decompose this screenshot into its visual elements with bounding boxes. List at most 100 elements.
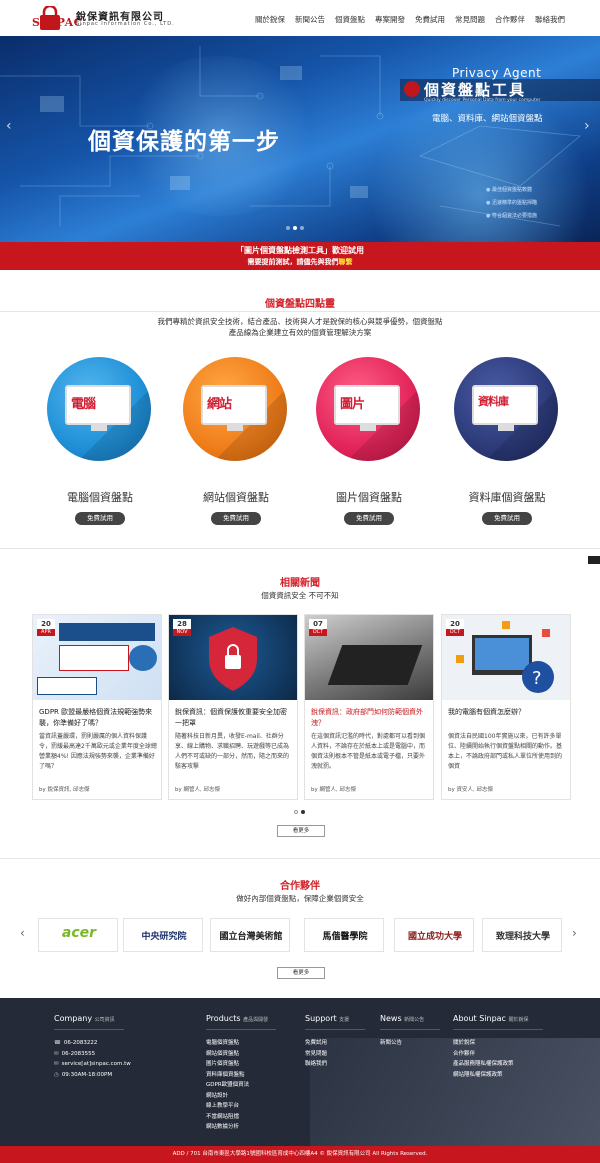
partner-logo-ntmofa[interactable]: 國立台灣美術館 [210, 918, 290, 952]
product-database-icon[interactable]: 資料庫 [454, 357, 558, 461]
product-card-database: 資料庫 資料庫個資盤點 免費試用 [442, 357, 572, 577]
nav-item-contact[interactable]: 聯絡我們 [530, 14, 570, 25]
hero-pagination [286, 226, 304, 230]
hero-dot[interactable] [300, 226, 304, 230]
footer-link[interactable]: 網站隱私權保護政策 [453, 1070, 543, 1081]
nav-item-faq[interactable]: 常見問題 [450, 14, 490, 25]
product-pc-icon[interactable]: 電腦 [47, 357, 151, 461]
hero-dot-active[interactable] [293, 226, 297, 230]
nav-item-projects[interactable]: 專案開發 [370, 14, 410, 25]
partner-logo-mackay[interactable]: 馬偕醫學院 [304, 918, 384, 952]
hero-next-arrow-icon[interactable]: › [584, 118, 590, 134]
footer-link[interactable]: GDPR歐盟個資法 [206, 1080, 276, 1091]
promo-headline: 「圖片個資盤點檢測工具」歡迎試用 [236, 246, 364, 255]
news-date: 28 NOV [173, 619, 191, 636]
partner-logo-ncku[interactable]: 國立成功大學 [394, 918, 474, 952]
news-author: by 銳保資訊, 邱志傑 [39, 787, 90, 793]
mail-icon: ✉ [54, 1061, 59, 1067]
news-more-button[interactable]: 看更多 [277, 825, 325, 837]
hero-en-title: Privacy Agent [452, 66, 542, 80]
footer-heading: News [380, 1014, 402, 1023]
news-excerpt: 個資法自民國100年實施以來，已有許多單位、陸續開始執行個資盤點相關的動作。基本… [448, 733, 563, 770]
news-author: by 網管人, 邱志傑 [175, 787, 220, 793]
hero-dot[interactable] [286, 226, 290, 230]
free-trial-button[interactable]: 免費試用 [75, 512, 125, 525]
footer-heading: Support [305, 1014, 337, 1023]
nav-item-trial[interactable]: 免費試用 [410, 14, 450, 25]
promo-text: 需要提前測試，請儘先與我們 [247, 258, 339, 266]
footer-link[interactable]: 新聞公告 [380, 1038, 440, 1049]
product-name[interactable]: 資料庫個資盤點 [442, 489, 572, 505]
news-title[interactable]: 銳保資訊：政府部門如何防範個資外洩？ [311, 707, 429, 729]
nav-item-about[interactable]: 關於銳保 [250, 14, 290, 25]
footer-link[interactable]: 圖片個資盤點 [206, 1059, 276, 1070]
partners-more-button[interactable]: 看更多 [277, 967, 325, 979]
fax-icon: ✉ [54, 1050, 59, 1057]
footer-subheading: 公司資訊 [94, 1017, 115, 1023]
footer-link[interactable]: 網站數據分析 [206, 1122, 276, 1133]
footer-link[interactable]: 關於銳保 [453, 1038, 543, 1049]
footer-subheading: 產品與開發 [243, 1017, 269, 1023]
partners-title: 合作夥伴 [280, 881, 320, 892]
footer-email[interactable]: service[at]sinpac.com.tw [62, 1061, 131, 1067]
footer-link[interactable]: 合作夥伴 [453, 1049, 543, 1060]
features-desc-2: 產品線為企業建立有效的個資管理解決方案 [228, 328, 372, 337]
free-trial-button[interactable]: 免費試用 [482, 512, 532, 525]
footer-link[interactable]: 產品服務隱私權保護政策 [453, 1059, 543, 1070]
news-excerpt: 隨著科技日新月異，收發E-mail、社群分享、線上購物、求職招聘、玩遊戲等已成為… [175, 733, 290, 770]
partner-logo-acer[interactable]: acer [38, 918, 118, 952]
news-date: 20 OCT [446, 619, 464, 636]
news-date: 07 OCT [309, 619, 327, 636]
nav-item-partners[interactable]: 合作夥伴 [490, 14, 530, 25]
news-card[interactable]: 28 NOV 銳保資訊：個資保護攸重要安全加密一把罩 隨著科技日新月異，收發E-m… [168, 614, 298, 800]
news-title[interactable]: 銳保資訊：個資保護攸重要安全加密一把罩 [175, 707, 293, 729]
divider [0, 548, 600, 549]
product-image-icon[interactable]: 圖片 [316, 357, 420, 461]
partner-logo-sinica[interactable]: 中央研究院 [123, 918, 203, 952]
features-desc-1: 我們專精於資訊安全技術，結合產品、技術與人才是銳保的核心與競爭優勢，個資盤點 [157, 317, 443, 326]
news-pagination [294, 810, 305, 814]
footer-phone: 06-2083222 [63, 1040, 98, 1046]
footer-hours: 09:30AM-18:00PM [61, 1071, 113, 1078]
footer-link[interactable]: 常見問題 [305, 1049, 365, 1060]
divider [0, 858, 600, 859]
footer-link[interactable]: 網站個資盤點 [206, 1049, 276, 1060]
footer-link[interactable]: 電腦個資盤點 [206, 1038, 276, 1049]
partners-prev-icon[interactable]: ‹ [20, 926, 25, 940]
side-tab[interactable] [588, 556, 600, 564]
hero-feature: 符合個資法必要措施 [486, 210, 537, 223]
news-title[interactable]: 我的電腦有個資怎麼辦？ [448, 707, 566, 718]
product-name[interactable]: 網站個資盤點 [171, 489, 301, 505]
footer-link[interactable]: 免費試用 [305, 1038, 365, 1049]
footer-link[interactable]: 聯絡我們 [305, 1059, 365, 1070]
logo-company-en: Sinpac Information Co., LTD. [76, 21, 175, 27]
footer-heading: About Sinpac [453, 1014, 506, 1023]
phone-icon: ☎ [54, 1040, 61, 1046]
news-card[interactable]: 20 APR GDPR 歐盟最嚴格個資法規範強勢來襲，你準備好了嗎？ 當資訊蓋嚴環… [32, 614, 162, 800]
hero-feature: 最佳個資盤點軟體 [486, 184, 537, 197]
footer-link[interactable]: 不當網站阻擋 [206, 1112, 276, 1123]
product-name[interactable]: 圖片個資盤點 [304, 489, 434, 505]
features-title: 個資盤點四點靈 [265, 299, 335, 310]
product-web-icon[interactable]: 網站 [183, 357, 287, 461]
free-trial-button[interactable]: 免費試用 [211, 512, 261, 525]
news-title[interactable]: GDPR 歐盟最嚴格個資法規範強勢來襲，你準備好了嗎？ [39, 707, 157, 729]
hero-product-title: 個資盤點工具 [424, 81, 527, 99]
news-dot[interactable] [294, 810, 298, 814]
promo-contact-link[interactable]: 聯繫 [339, 258, 353, 266]
free-trial-button[interactable]: 免費試用 [344, 512, 394, 525]
news-card[interactable]: ? 20 OCT 我的電腦有個資怎麼辦？ 個資法自民國100年實施以來，已有許多單… [441, 614, 571, 800]
footer-link[interactable]: 資料庫個資盤點 [206, 1070, 276, 1081]
main-nav: 關於銳保 新聞公告 個資盤點 專案開發 免費試用 常見問題 合作夥伴 聯絡我們 [250, 14, 570, 25]
nav-item-inventory[interactable]: 個資盤點 [330, 14, 370, 25]
footer-link[interactable]: 網站設計 [206, 1091, 276, 1102]
nav-item-news[interactable]: 新聞公告 [290, 14, 330, 25]
product-name[interactable]: 電腦個資盤點 [35, 489, 165, 505]
partner-logo-chihlee[interactable]: 致理科技大學 [482, 918, 562, 952]
partners-next-icon[interactable]: › [572, 926, 577, 940]
logo[interactable]: SINPAC 銳保資訊有限公司 Sinpac Information Co., … [32, 6, 204, 32]
news-card[interactable]: 07 OCT 銳保資訊：政府部門如何防範個資外洩？ 在這個資訊氾濫的時代，對處都可… [304, 614, 434, 800]
news-dot-active[interactable] [301, 810, 305, 814]
footer-link[interactable]: 線上教學平台 [206, 1101, 276, 1112]
hero-prev-arrow-icon[interactable]: ‹ [6, 118, 12, 134]
